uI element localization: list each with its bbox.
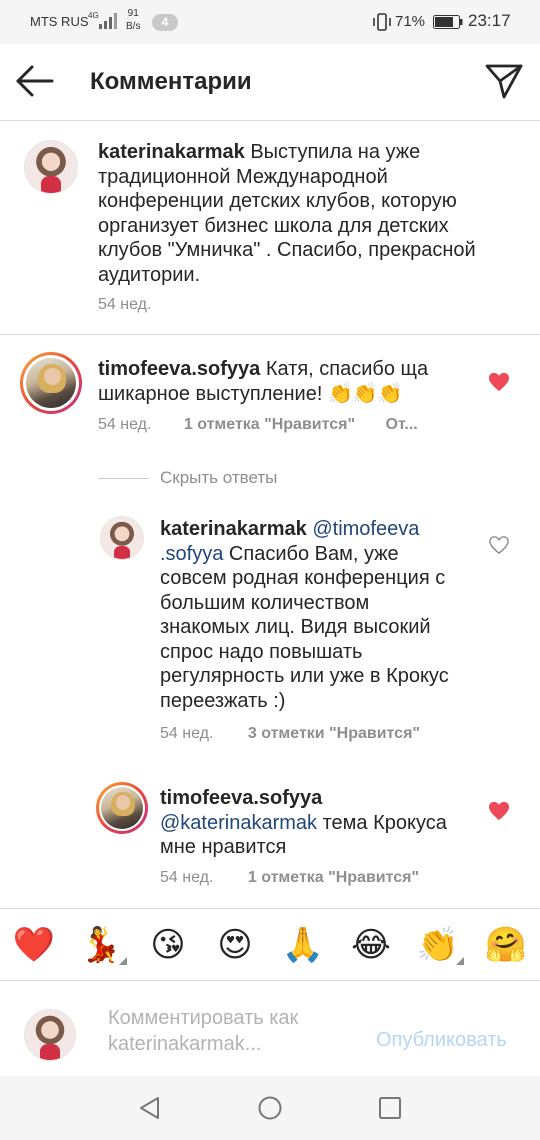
- emoji-laugh-tears-icon[interactable]: 😂: [349, 923, 393, 967]
- network-type-label: 4G: [88, 11, 99, 20]
- emoji-clap-icon[interactable]: 👏: [416, 923, 464, 967]
- publish-button[interactable]: Опубликовать: [376, 1029, 507, 1052]
- notification-count-badge: 4: [152, 14, 178, 31]
- avatar-figure: [40, 176, 62, 193]
- paper-plane-icon[interactable]: [484, 62, 524, 100]
- reply-button[interactable]: От...: [386, 416, 418, 433]
- comment-caption: katerinakarmak Выступила на уже традицио…: [98, 140, 478, 287]
- clock: 23:17: [468, 11, 511, 30]
- skin-tone-indicator-icon: [456, 957, 464, 965]
- reply-likes[interactable]: 1 отметка "Нравится": [248, 869, 419, 886]
- page-title: Комментарии: [90, 68, 252, 95]
- comment-likes[interactable]: 1 отметка "Нравится": [184, 416, 355, 433]
- reply-meta: 54 нед. 3 отметки "Нравится": [160, 725, 420, 743]
- avatar-figure: [113, 545, 131, 559]
- battery-icon: [433, 15, 463, 29]
- comment-input[interactable]: Комментировать как katerinakarmak...: [108, 1005, 358, 1057]
- hide-replies-line: [98, 477, 148, 479]
- emoji-bar: ❤️ 💃 😘 😍 🙏 😂 👏 🤗: [0, 908, 540, 980]
- reply-body: Спасибо Вам, уже совсем родная конференц…: [160, 542, 449, 712]
- hide-replies-button[interactable]: Скрыть ответы: [98, 468, 277, 488]
- avatar-ring-inner: [23, 355, 79, 411]
- comment-time: 54 нед.: [98, 416, 152, 433]
- heart-outline-icon[interactable]: [488, 535, 510, 555]
- network-speed-unit: B/s: [126, 21, 141, 32]
- heart-filled-icon[interactable]: [488, 372, 510, 392]
- caption-divider: [0, 334, 540, 335]
- avatar[interactable]: [24, 140, 78, 194]
- avatar[interactable]: [100, 516, 144, 560]
- carrier-label: MTS RUS: [30, 14, 89, 29]
- reply-time: 54 нед.: [160, 725, 214, 742]
- signal-icon: [99, 13, 117, 29]
- skin-tone-indicator-icon: [119, 957, 127, 965]
- avatar-ring-inner: [99, 785, 145, 831]
- nav-back-icon[interactable]: [136, 1094, 164, 1122]
- network-speed: 91 B/s: [126, 7, 140, 33]
- avatar-story-ring[interactable]: [20, 352, 82, 414]
- comment: timofeeva.sofyya Катя, спасибо ща шикарн…: [98, 357, 478, 406]
- avatar-face: [116, 795, 131, 810]
- avatar-face: [44, 368, 61, 385]
- avatar-story-ring[interactable]: [96, 782, 148, 834]
- reply-mention[interactable]: @katerinakarmak: [160, 812, 317, 834]
- network-speed-value: 91: [127, 8, 139, 19]
- comment-meta: 54 нед.: [98, 296, 151, 314]
- status-bar: MTS RUS 4G 91 B/s 4 71% 23:17: [0, 0, 540, 44]
- emoji-dancer-glyph: 💃: [79, 925, 123, 965]
- comment-time: 54 нед.: [98, 296, 152, 313]
- my-avatar: [24, 1009, 76, 1061]
- emoji-pray-icon[interactable]: 🙏: [281, 923, 325, 967]
- battery-percent: 71%: [395, 13, 426, 30]
- nav-recents-icon[interactable]: [376, 1094, 404, 1122]
- comment-input-bar: Комментировать как katerinakarmak... Опу…: [0, 980, 540, 1076]
- emoji-kiss-icon[interactable]: 😘: [146, 923, 190, 967]
- reply: timofeeva.sofyya @katerinakarmak тема Кро…: [160, 786, 480, 860]
- reply-likes[interactable]: 3 отметки "Нравится": [248, 725, 420, 742]
- comment-username[interactable]: katerinakarmak: [98, 141, 245, 163]
- nav-home-icon[interactable]: [256, 1094, 284, 1122]
- emoji-hug-icon[interactable]: 🤗: [484, 923, 528, 967]
- system-nav-bar: [0, 1076, 540, 1140]
- vibrate-icon: [373, 13, 391, 31]
- hide-replies-label: Скрыть ответы: [160, 468, 278, 487]
- emoji-clap-glyph: 👏: [416, 925, 460, 965]
- header-divider: [0, 120, 540, 121]
- avatar-figure: [40, 1044, 60, 1060]
- avatar: [26, 358, 76, 408]
- emoji-heart-eyes-icon[interactable]: 😍: [213, 923, 257, 967]
- reply-time: 54 нед.: [160, 869, 214, 886]
- comment-username[interactable]: timofeeva.sofyya: [98, 358, 260, 380]
- avatar: [101, 787, 143, 829]
- arrow-left-icon[interactable]: [14, 62, 56, 100]
- reply-username[interactable]: timofeeva.sofyya: [160, 787, 322, 809]
- app-header: Комментарии: [0, 44, 540, 120]
- emoji-dancer-icon[interactable]: 💃: [79, 923, 127, 967]
- heart-filled-icon[interactable]: [488, 801, 510, 821]
- reply-username[interactable]: katerinakarmak: [160, 518, 307, 540]
- reply-meta: 54 нед. 1 отметка "Нравится": [160, 869, 419, 887]
- comment-meta: 54 нед. 1 отметка "Нравится" От...: [98, 416, 418, 434]
- emoji-heart-icon[interactable]: ❤️: [12, 923, 56, 967]
- reply: katerinakarmak @timofeeva .sofyya Спасиб…: [160, 517, 460, 713]
